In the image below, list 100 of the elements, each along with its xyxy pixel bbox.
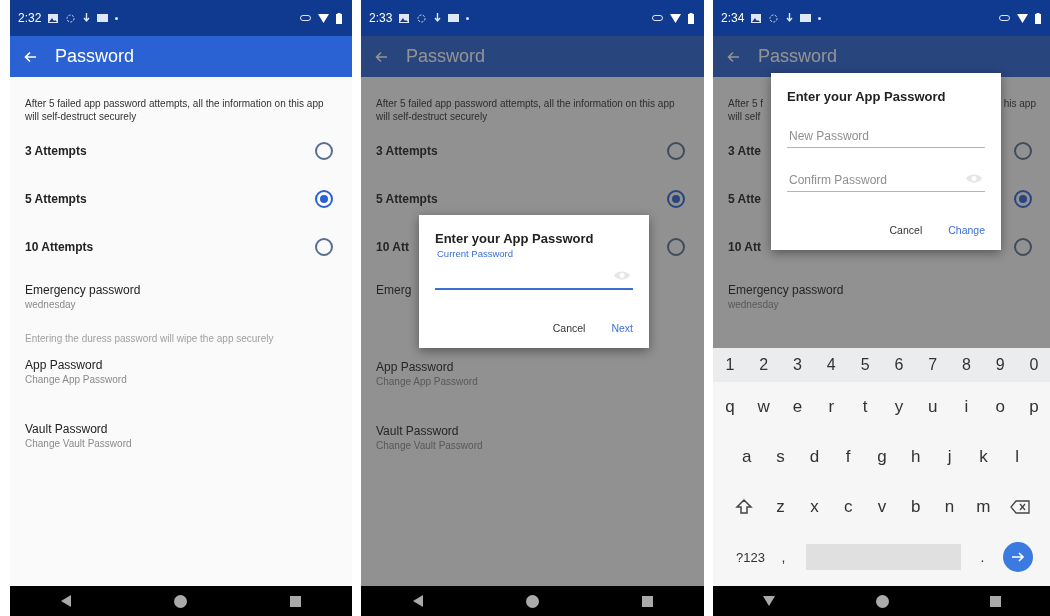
symbols-key[interactable]: ?123 <box>731 532 770 582</box>
option-label: 3 Atte <box>728 144 761 158</box>
radio-button[interactable] <box>1014 142 1032 160</box>
radio-button[interactable] <box>315 238 333 256</box>
option-label: 10 Att <box>728 240 761 254</box>
keyboard-key[interactable]: s <box>763 432 798 482</box>
image-icon <box>751 13 762 23</box>
dialog-title: Enter your App Password <box>435 231 595 246</box>
link-icon <box>652 15 663 21</box>
keyboard-key[interactable]: p <box>1017 382 1050 432</box>
back-triangle-icon[interactable] <box>61 595 72 607</box>
dialog-title: Enter your App Password <box>787 89 947 104</box>
setting-title[interactable]: Emerg <box>376 283 412 298</box>
home-circle-icon[interactable] <box>525 594 539 608</box>
setting-title[interactable]: App Password <box>25 358 103 373</box>
option-label: 5 Attempts <box>376 192 438 206</box>
keyboard-key[interactable]: h <box>898 432 933 482</box>
keyboard-key[interactable]: 6 <box>882 348 916 382</box>
keyboard-key[interactable]: 1 <box>713 348 747 382</box>
confirm-button[interactable]: Change <box>948 224 985 236</box>
radio-button[interactable] <box>315 142 333 160</box>
setting-title[interactable]: Vault Password <box>25 422 108 437</box>
keyboard-key[interactable]: 9 <box>983 348 1018 382</box>
cancel-button[interactable]: Cancel <box>552 322 586 334</box>
radio-button[interactable] <box>667 190 685 208</box>
status-time: 2:34 <box>721 11 745 25</box>
screen-title: Password <box>406 46 486 67</box>
keyboard-key[interactable]: o <box>983 382 1018 432</box>
keyboard-key[interactable]: v <box>865 482 899 532</box>
recents-square-icon[interactable] <box>989 595 1001 607</box>
dot-icon <box>466 16 470 20</box>
keyboard-key[interactable]: f <box>831 432 866 482</box>
keyboard-key[interactable]: j <box>932 432 967 482</box>
keyboard-key[interactable]: 2 <box>746 348 781 382</box>
keyboard-key[interactable]: 5 <box>848 348 882 382</box>
battery-icon <box>688 12 694 24</box>
keyboard-key[interactable]: d <box>797 432 832 482</box>
keyboard-key[interactable]: q <box>713 382 747 432</box>
confirm-button[interactable]: Next <box>611 322 633 334</box>
cancel-button[interactable]: Cancel <box>889 224 923 236</box>
arrow-right-icon[interactable] <box>1010 551 1025 563</box>
radio-button[interactable] <box>1014 190 1032 208</box>
home-circle-icon[interactable] <box>876 594 889 608</box>
enter-key[interactable] <box>1002 542 1033 572</box>
keyboard-key[interactable]: m <box>966 482 1001 532</box>
radio-button[interactable] <box>667 238 685 256</box>
keyboard-key[interactable]: e <box>780 382 815 432</box>
backspace-icon[interactable] <box>1010 500 1031 514</box>
back-arrow-icon[interactable] <box>24 50 37 63</box>
keyboard-key[interactable]: w <box>746 382 781 432</box>
crosshair-icon <box>768 12 780 24</box>
mail-icon <box>448 14 460 22</box>
wifi-icon <box>670 13 681 23</box>
back-arrow-icon[interactable] <box>727 50 740 63</box>
setting-title[interactable]: App Password <box>376 360 454 375</box>
keyboard-key[interactable]: 4 <box>814 348 849 382</box>
wifi-icon <box>1017 13 1028 23</box>
keyboard-key[interactable]: b <box>898 482 933 532</box>
dot-icon <box>115 16 119 20</box>
radio-button[interactable] <box>667 142 685 160</box>
keyboard-key[interactable]: t <box>848 382 882 432</box>
keyboard-key[interactable]: l <box>1000 432 1035 482</box>
keyboard-key[interactable]: g <box>865 432 899 482</box>
keyboard-key[interactable]: k <box>966 432 1001 482</box>
period-key[interactable]: . <box>968 532 997 582</box>
back-arrow-icon[interactable] <box>375 50 388 63</box>
password-field[interactable]: Current Password <box>435 246 633 290</box>
description-text: After 5 failed app password attempts, all the information on this app will self-destruct securely <box>25 97 325 123</box>
keyboard-key[interactable]: i <box>949 382 984 432</box>
keyboard-key[interactable]: n <box>932 482 967 532</box>
setting-title[interactable]: Vault Password <box>376 424 459 439</box>
keyboard-key[interactable]: u <box>915 382 950 432</box>
home-circle-icon[interactable] <box>174 594 187 608</box>
keyboard-key[interactable]: 7 <box>915 348 950 382</box>
screen-title: Password <box>758 46 838 67</box>
setting-title[interactable]: Emergency password <box>25 283 141 298</box>
recents-square-icon[interactable] <box>641 595 653 607</box>
keyboard-key[interactable]: 0 <box>1017 348 1050 382</box>
recents-square-icon[interactable] <box>289 595 301 607</box>
keyboard-key[interactable]: c <box>831 482 866 532</box>
keyboard-key[interactable]: x <box>797 482 832 532</box>
setting-subtitle: Change App Password <box>25 373 127 386</box>
mail-icon <box>97 14 109 22</box>
down-triangle-icon[interactable] <box>763 596 776 606</box>
keyboard-key[interactable]: 3 <box>780 348 815 382</box>
radio-button[interactable] <box>1014 238 1032 256</box>
back-triangle-icon[interactable] <box>412 595 423 607</box>
description-text: After 5 f <box>728 97 763 110</box>
option-label: 10 Attempts <box>25 240 94 254</box>
radio-button[interactable] <box>315 190 333 208</box>
link-icon <box>300 15 311 21</box>
keyboard-key[interactable]: 8 <box>949 348 984 382</box>
shift-icon[interactable] <box>734 498 753 516</box>
keyboard-key[interactable]: z <box>763 482 798 532</box>
keyboard-key[interactable]: r <box>814 382 849 432</box>
keyboard-key[interactable]: a <box>729 432 764 482</box>
setting-title[interactable]: Emergency password <box>728 283 844 298</box>
download-icon <box>434 13 442 23</box>
keyboard-key[interactable]: y <box>882 382 916 432</box>
comma-key[interactable]: , <box>769 532 798 582</box>
